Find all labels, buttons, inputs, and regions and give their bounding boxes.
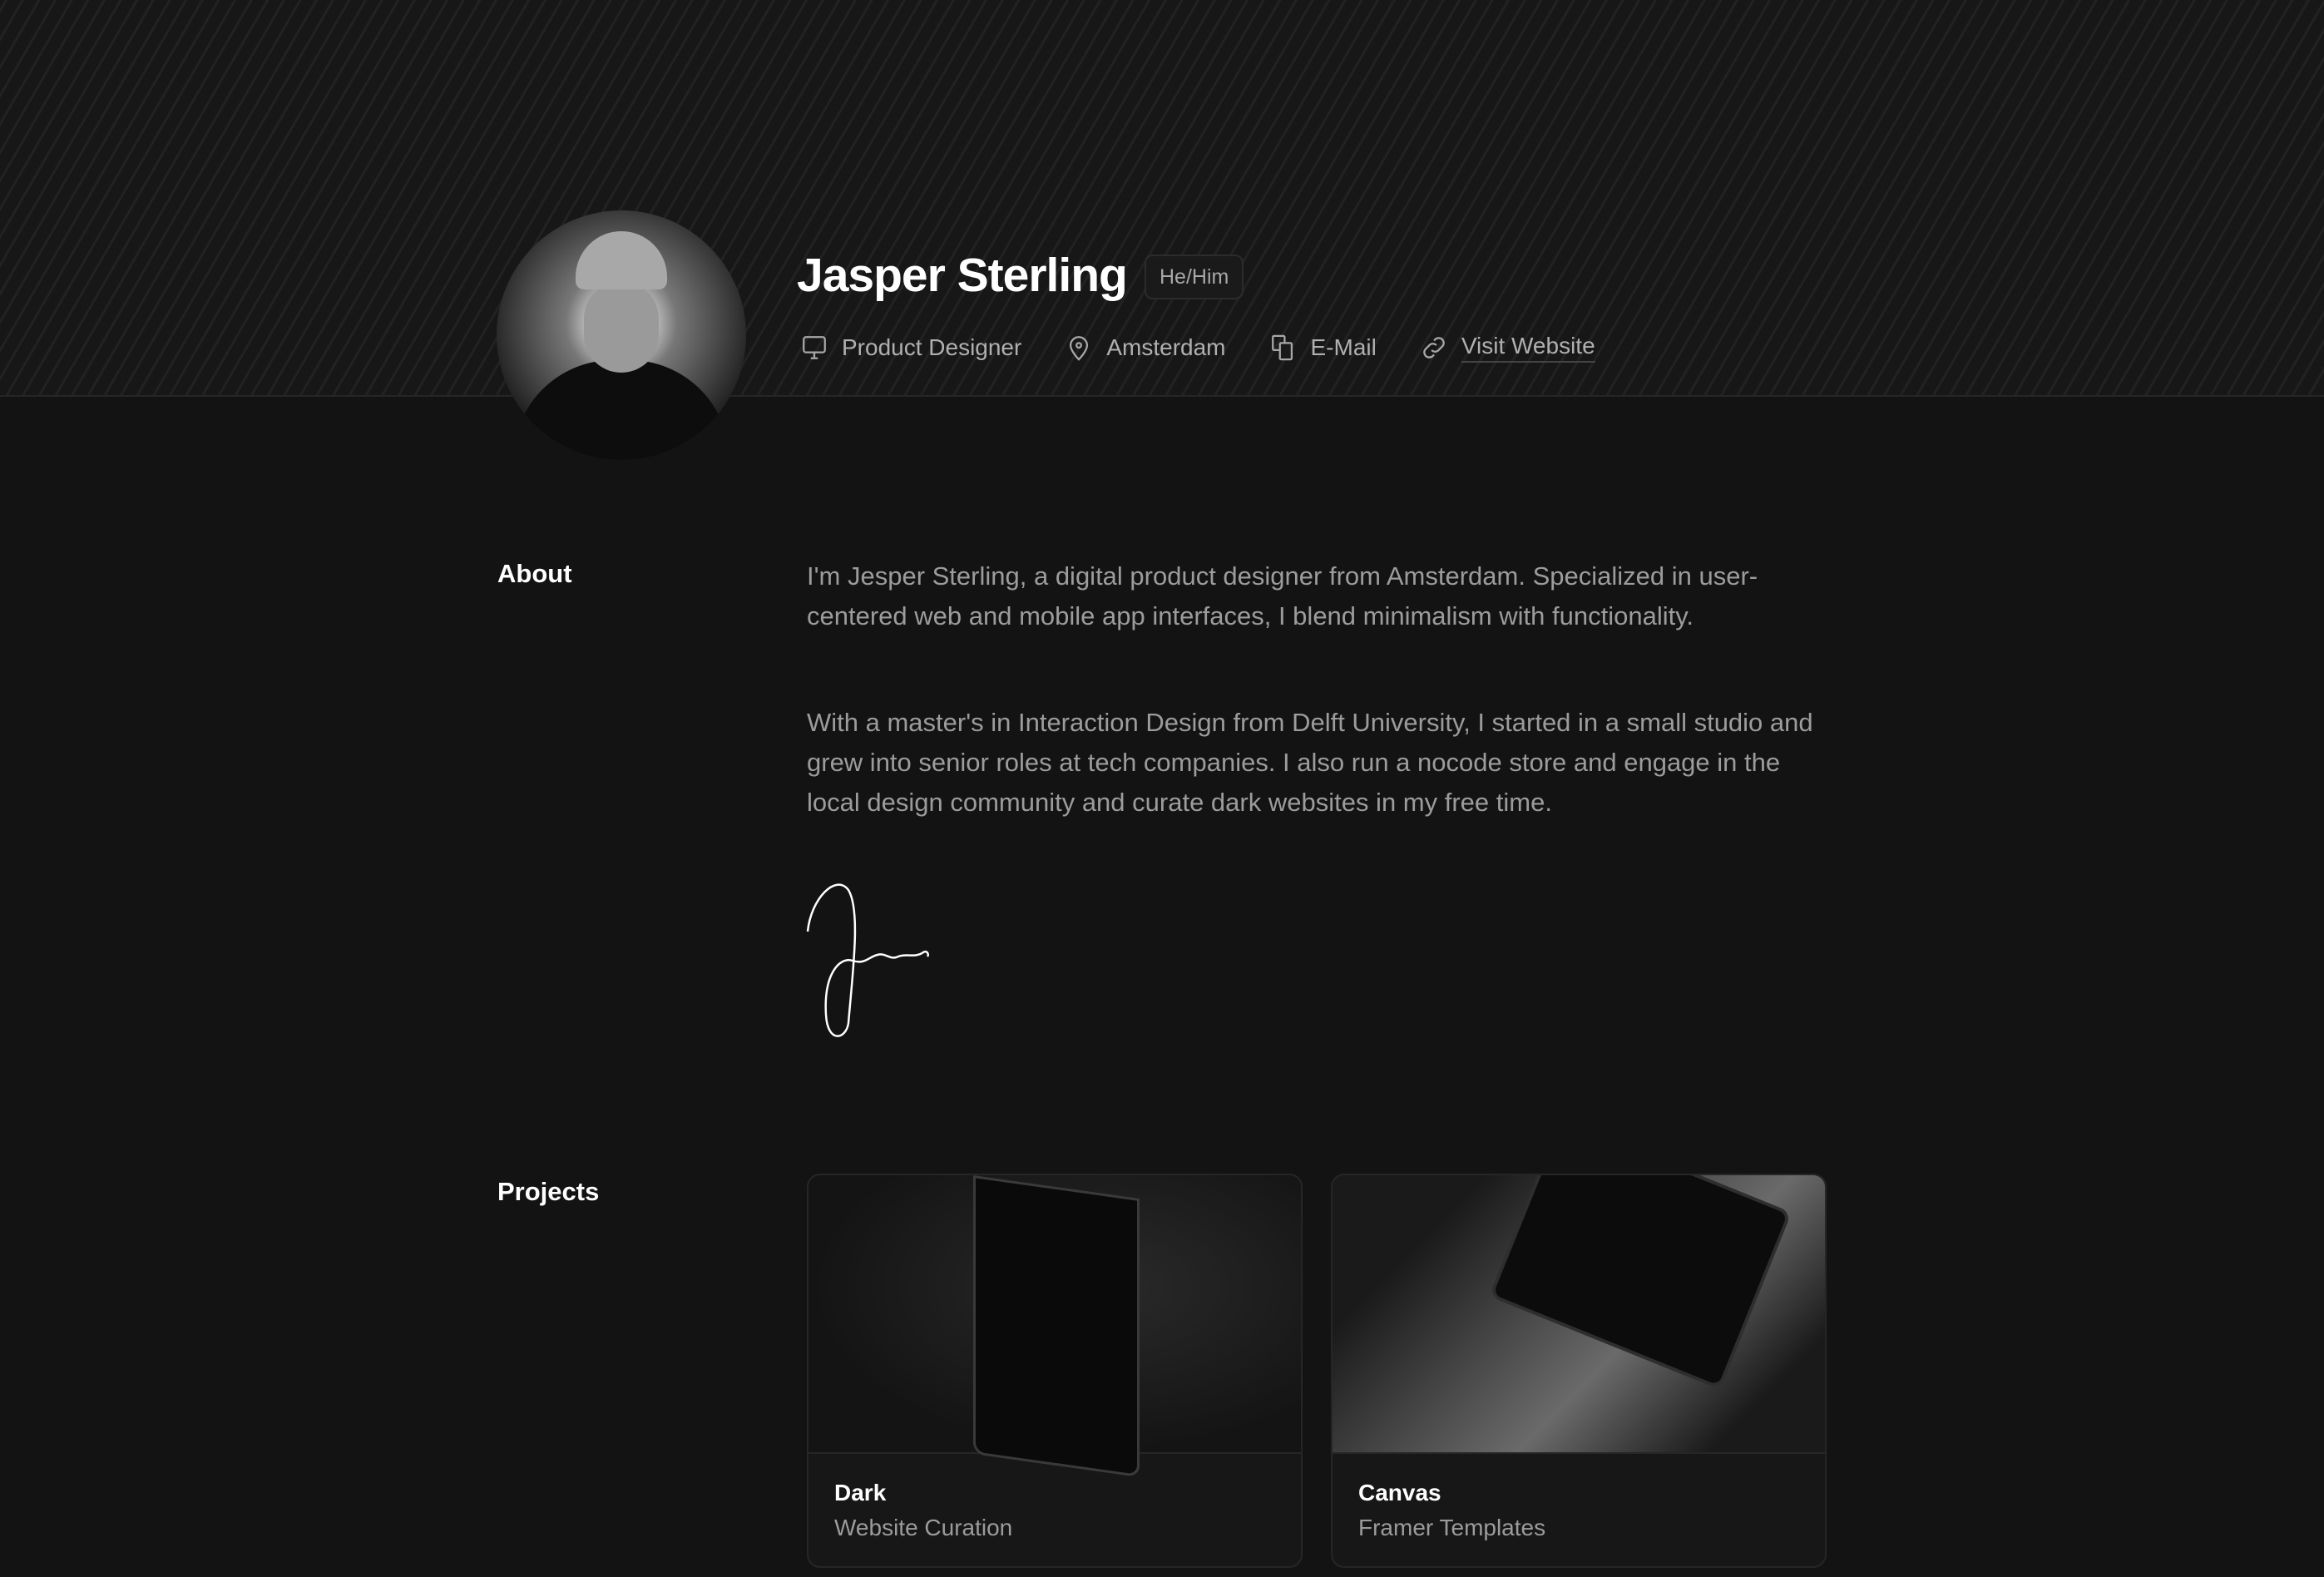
project-title: Canvas <box>1358 1480 1441 1505</box>
monitor-icon <box>803 336 826 359</box>
signature <box>806 883 930 1037</box>
project-thumbnail <box>808 1175 1301 1478</box>
about-heading: About <box>497 559 572 588</box>
email-link[interactable]: E-Mail <box>1269 333 1377 363</box>
profile-meta: Product Designer Amsterdam E-Mail Visit … <box>800 333 1595 363</box>
project-title: Dark <box>834 1480 887 1505</box>
project-subtitle: Framer Templates <box>1358 1515 1546 1540</box>
project-thumbnail <box>1333 1175 1825 1454</box>
project-card-canvas[interactable]: Canvas Framer Templates <box>1331 1174 1827 1568</box>
project-card-dark[interactable]: Dark Website Curation <box>807 1174 1303 1568</box>
website-label[interactable]: Visit Website <box>1461 333 1595 363</box>
profile-name: Jasper Sterling <box>797 249 1128 302</box>
meta-location: Amsterdam <box>1065 333 1226 363</box>
meta-role: Product Designer <box>800 333 1021 363</box>
projects-heading: Projects <box>497 1177 600 1206</box>
about-paragraph: With a master's in Interaction Design fr… <box>807 708 1813 817</box>
copy-icon <box>1271 334 1293 361</box>
map-pin-icon <box>1070 336 1089 361</box>
project-subtitle: Website Curation <box>834 1515 1013 1540</box>
website-link[interactable]: Visit Website <box>1420 333 1595 363</box>
email-label[interactable]: E-Mail <box>1311 334 1377 361</box>
pronouns-badge: He/Him <box>1145 255 1244 299</box>
about-paragraph: I'm Jesper Sterling, a digital product d… <box>807 561 1758 630</box>
avatar <box>497 210 746 460</box>
meta-location-label: Amsterdam <box>1106 334 1226 360</box>
link-icon <box>1423 337 1445 358</box>
meta-role-label: Product Designer <box>842 334 1022 360</box>
